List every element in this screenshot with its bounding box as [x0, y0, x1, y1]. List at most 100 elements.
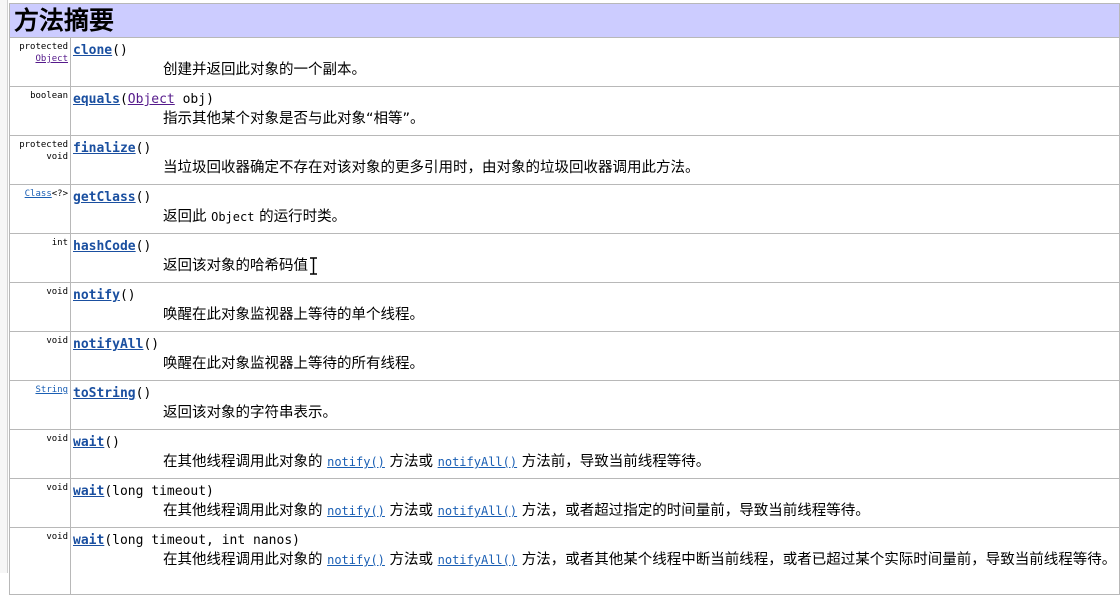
method-link-wait[interactable]: wait	[73, 484, 104, 499]
modifier-cell: void	[9, 478, 71, 528]
method-params: ()	[143, 337, 160, 352]
method-row-notify: void notify() 唤醒在此对象监视器上等待的单个线程。	[9, 282, 1120, 332]
javadoc-page: 方法摘要 protected Object clone() 创建并返回此对象的一…	[0, 0, 1120, 595]
method-row-clone: protected Object clone() 创建并返回此对象的一个副本。	[9, 37, 1120, 87]
modifier-text: void	[46, 483, 68, 493]
method-row-finalize: protected void finalize() 当垃圾回收器确定不存在对该对…	[9, 135, 1120, 185]
method-params: ()	[104, 435, 120, 450]
method-summary-title: 方法摘要	[14, 6, 115, 35]
desc-text: 在其他线程调用此对象的	[163, 552, 328, 568]
desc-text: 方法，或者超过指定的时间量前，导致当前线程等待。	[517, 503, 870, 519]
method-link-hashcode[interactable]: hashCode	[73, 239, 136, 254]
method-link-notifyall[interactable]: notifyAll	[73, 337, 143, 352]
notify-link[interactable]: notify()	[327, 504, 385, 518]
modifier-text: void	[46, 532, 68, 542]
method-row-getclass: Class<?> getClass() 返回此 Object 的运行时类。	[9, 184, 1120, 234]
method-params-rest: obj)	[174, 92, 214, 107]
method-description: 创建并返回此对象的一个副本。	[163, 62, 366, 78]
method-params: ()	[135, 386, 152, 401]
method-params: ()	[135, 239, 152, 254]
method-description: 在其他线程调用此对象的 notify() 方法或 notifyAll() 方法，…	[73, 502, 1119, 521]
method-detail-cell: wait(long timeout, int nanos) 在其他线程调用此对象…	[70, 527, 1120, 595]
method-description: 返回该对象的字符串表示。	[163, 405, 337, 421]
modifier-cell: void	[9, 331, 71, 381]
desc-text: 在其他线程调用此对象的	[163, 503, 328, 519]
method-row-equals: boolean equals(Object obj) 指示其他某个对象是否与此对…	[9, 86, 1120, 136]
desc-text: 返回此	[163, 209, 212, 225]
desc-text: 在其他线程调用此对象的	[163, 454, 328, 470]
return-type-link[interactable]: String	[35, 385, 68, 395]
method-params: ()	[119, 288, 136, 303]
method-description: 指示其他某个对象是否与此对象“相等”。	[163, 111, 425, 127]
desc-text: 方法或	[384, 552, 438, 568]
method-params: ()	[135, 190, 152, 205]
method-link-notify[interactable]: notify	[73, 288, 120, 303]
notifyall-link[interactable]: notifyAll()	[438, 553, 517, 567]
notify-link[interactable]: notify()	[327, 455, 385, 469]
text-cursor-icon	[310, 257, 317, 275]
modifier-text: void	[46, 287, 68, 297]
method-detail-cell: equals(Object obj) 指示其他某个对象是否与此对象“相等”。	[70, 86, 1120, 136]
method-link-wait[interactable]: wait	[73, 435, 104, 450]
notifyall-link[interactable]: notifyAll()	[438, 504, 517, 518]
modifier-cell: String	[9, 380, 71, 430]
method-link-wait[interactable]: wait	[73, 533, 104, 548]
return-type-generic: <?>	[51, 189, 68, 199]
method-row-wait-timeout-nanos: void wait(long timeout, int nanos) 在其他线程…	[9, 527, 1120, 595]
modifier-text: void	[46, 336, 68, 346]
method-detail-cell: getClass() 返回此 Object 的运行时类。	[70, 184, 1120, 234]
left-frame-border	[0, 0, 8, 573]
modifier-cell: int	[9, 233, 71, 283]
param-type-link[interactable]: Object	[128, 92, 175, 107]
return-type-link[interactable]: Object	[35, 54, 68, 64]
method-link-getclass[interactable]: getClass	[73, 190, 136, 205]
notify-link[interactable]: notify()	[327, 553, 385, 567]
method-row-wait: void wait() 在其他线程调用此对象的 notify() 方法或 not…	[9, 429, 1120, 479]
method-detail-cell: wait() 在其他线程调用此对象的 notify() 方法或 notifyAl…	[70, 429, 1120, 479]
method-row-tostring: String toString() 返回该对象的字符串表示。	[9, 380, 1120, 430]
method-params: (long timeout)	[104, 484, 214, 499]
modifier-text: protected	[19, 140, 68, 150]
method-params-open: (	[119, 92, 128, 107]
method-description: 返回此 Object 的运行时类。	[73, 208, 1119, 227]
modifier-cell: void	[9, 527, 71, 595]
method-row-hashcode: int hashCode() 返回该对象的哈希码值	[9, 233, 1120, 283]
method-detail-cell: toString() 返回该对象的字符串表示。	[70, 380, 1120, 430]
method-description: 当垃圾回收器确定不存在对该对象的更多引用时，由对象的垃圾回收器调用此方法。	[163, 160, 700, 176]
method-description: 唤醒在此对象监视器上等待的所有线程。	[163, 356, 424, 372]
modifier-text: boolean	[30, 91, 68, 101]
desc-text: 返回该对象的哈希码值	[163, 258, 308, 274]
method-params: ()	[112, 43, 128, 58]
method-description: 在其他线程调用此对象的 notify() 方法或 notifyAll() 方法前…	[73, 453, 1119, 472]
desc-text: 方法或	[384, 454, 438, 470]
modifier-cell: void	[9, 282, 71, 332]
method-row-notifyall: void notifyAll() 唤醒在此对象监视器上等待的所有线程。	[9, 331, 1120, 381]
method-detail-cell: notify() 唤醒在此对象监视器上等待的单个线程。	[70, 282, 1120, 332]
modifier-text: void	[46, 434, 68, 444]
desc-code: Object	[211, 210, 255, 224]
method-detail-cell: notifyAll() 唤醒在此对象监视器上等待的所有线程。	[70, 331, 1120, 381]
method-params: ()	[135, 141, 152, 156]
modifier-text: protected	[19, 42, 68, 52]
method-link-clone[interactable]: clone	[73, 43, 112, 58]
modifier-text: int	[51, 238, 68, 248]
modifier-cell: void	[9, 429, 71, 479]
method-description: 唤醒在此对象监视器上等待的单个线程。	[163, 307, 424, 323]
method-description: 返回该对象的哈希码值	[73, 257, 1119, 276]
return-type-link[interactable]: Class	[25, 189, 52, 199]
method-detail-cell: hashCode() 返回该对象的哈希码值	[70, 233, 1120, 283]
modifier-cell: Class<?>	[9, 184, 71, 234]
method-params: (long timeout, int nanos)	[104, 533, 300, 548]
method-detail-cell: finalize() 当垃圾回收器确定不存在对该对象的更多引用时，由对象的垃圾回…	[70, 135, 1120, 185]
method-detail-cell: wait(long timeout) 在其他线程调用此对象的 notify() …	[70, 478, 1120, 528]
modifier-cell: protected void	[9, 135, 71, 185]
method-summary-header: 方法摘要	[9, 3, 1120, 38]
method-link-finalize[interactable]: finalize	[73, 141, 136, 156]
method-link-tostring[interactable]: toString	[73, 386, 136, 401]
desc-text: 的运行时类。	[254, 209, 347, 225]
method-link-equals[interactable]: equals	[73, 92, 120, 107]
modifier-text-2: void	[46, 152, 68, 162]
notifyall-link[interactable]: notifyAll()	[438, 455, 517, 469]
modifier-cell: boolean	[9, 86, 71, 136]
method-detail-cell: clone() 创建并返回此对象的一个副本。	[70, 37, 1120, 87]
